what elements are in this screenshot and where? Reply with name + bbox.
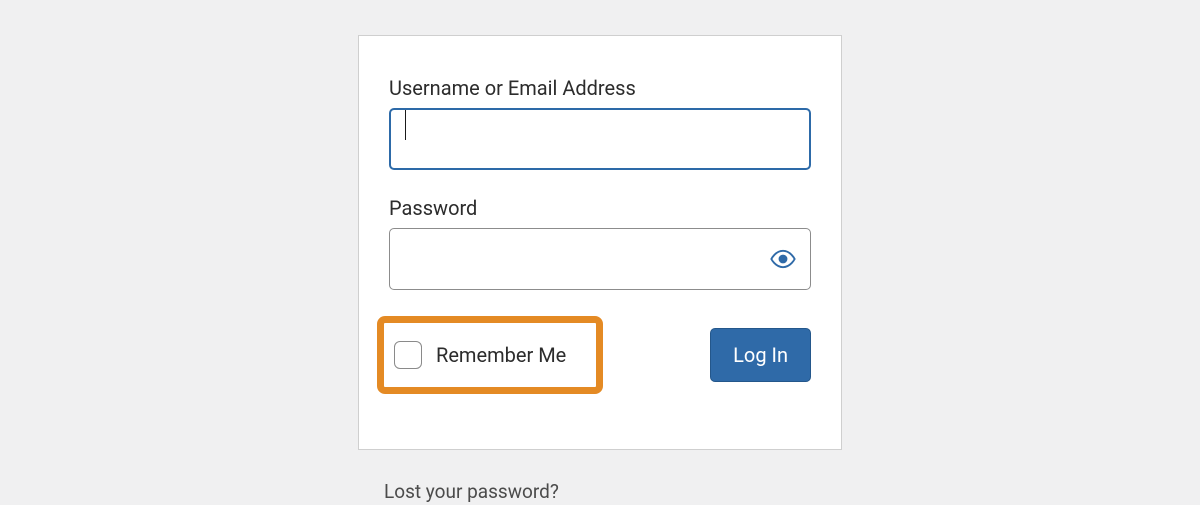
- username-input[interactable]: [389, 108, 811, 170]
- remember-me-highlight: Remember Me: [377, 316, 603, 394]
- text-cursor-icon: [405, 110, 406, 140]
- login-form-card: Username or Email Address Password Remem…: [358, 35, 842, 450]
- password-label: Password: [389, 196, 811, 220]
- show-password-button[interactable]: [765, 241, 801, 277]
- password-block: Password: [389, 196, 811, 290]
- remember-me-label[interactable]: Remember Me: [436, 343, 566, 367]
- login-button[interactable]: Log In: [710, 328, 811, 382]
- form-actions-row: Remember Me Log In: [389, 316, 811, 394]
- password-wrapper: [389, 228, 811, 290]
- remember-me-checkbox[interactable]: [394, 341, 422, 369]
- username-label: Username or Email Address: [389, 76, 811, 100]
- username-block: Username or Email Address: [389, 76, 811, 170]
- lost-password-link[interactable]: Lost your password?: [384, 480, 559, 503]
- eye-icon: [769, 245, 797, 273]
- password-input[interactable]: [389, 228, 811, 290]
